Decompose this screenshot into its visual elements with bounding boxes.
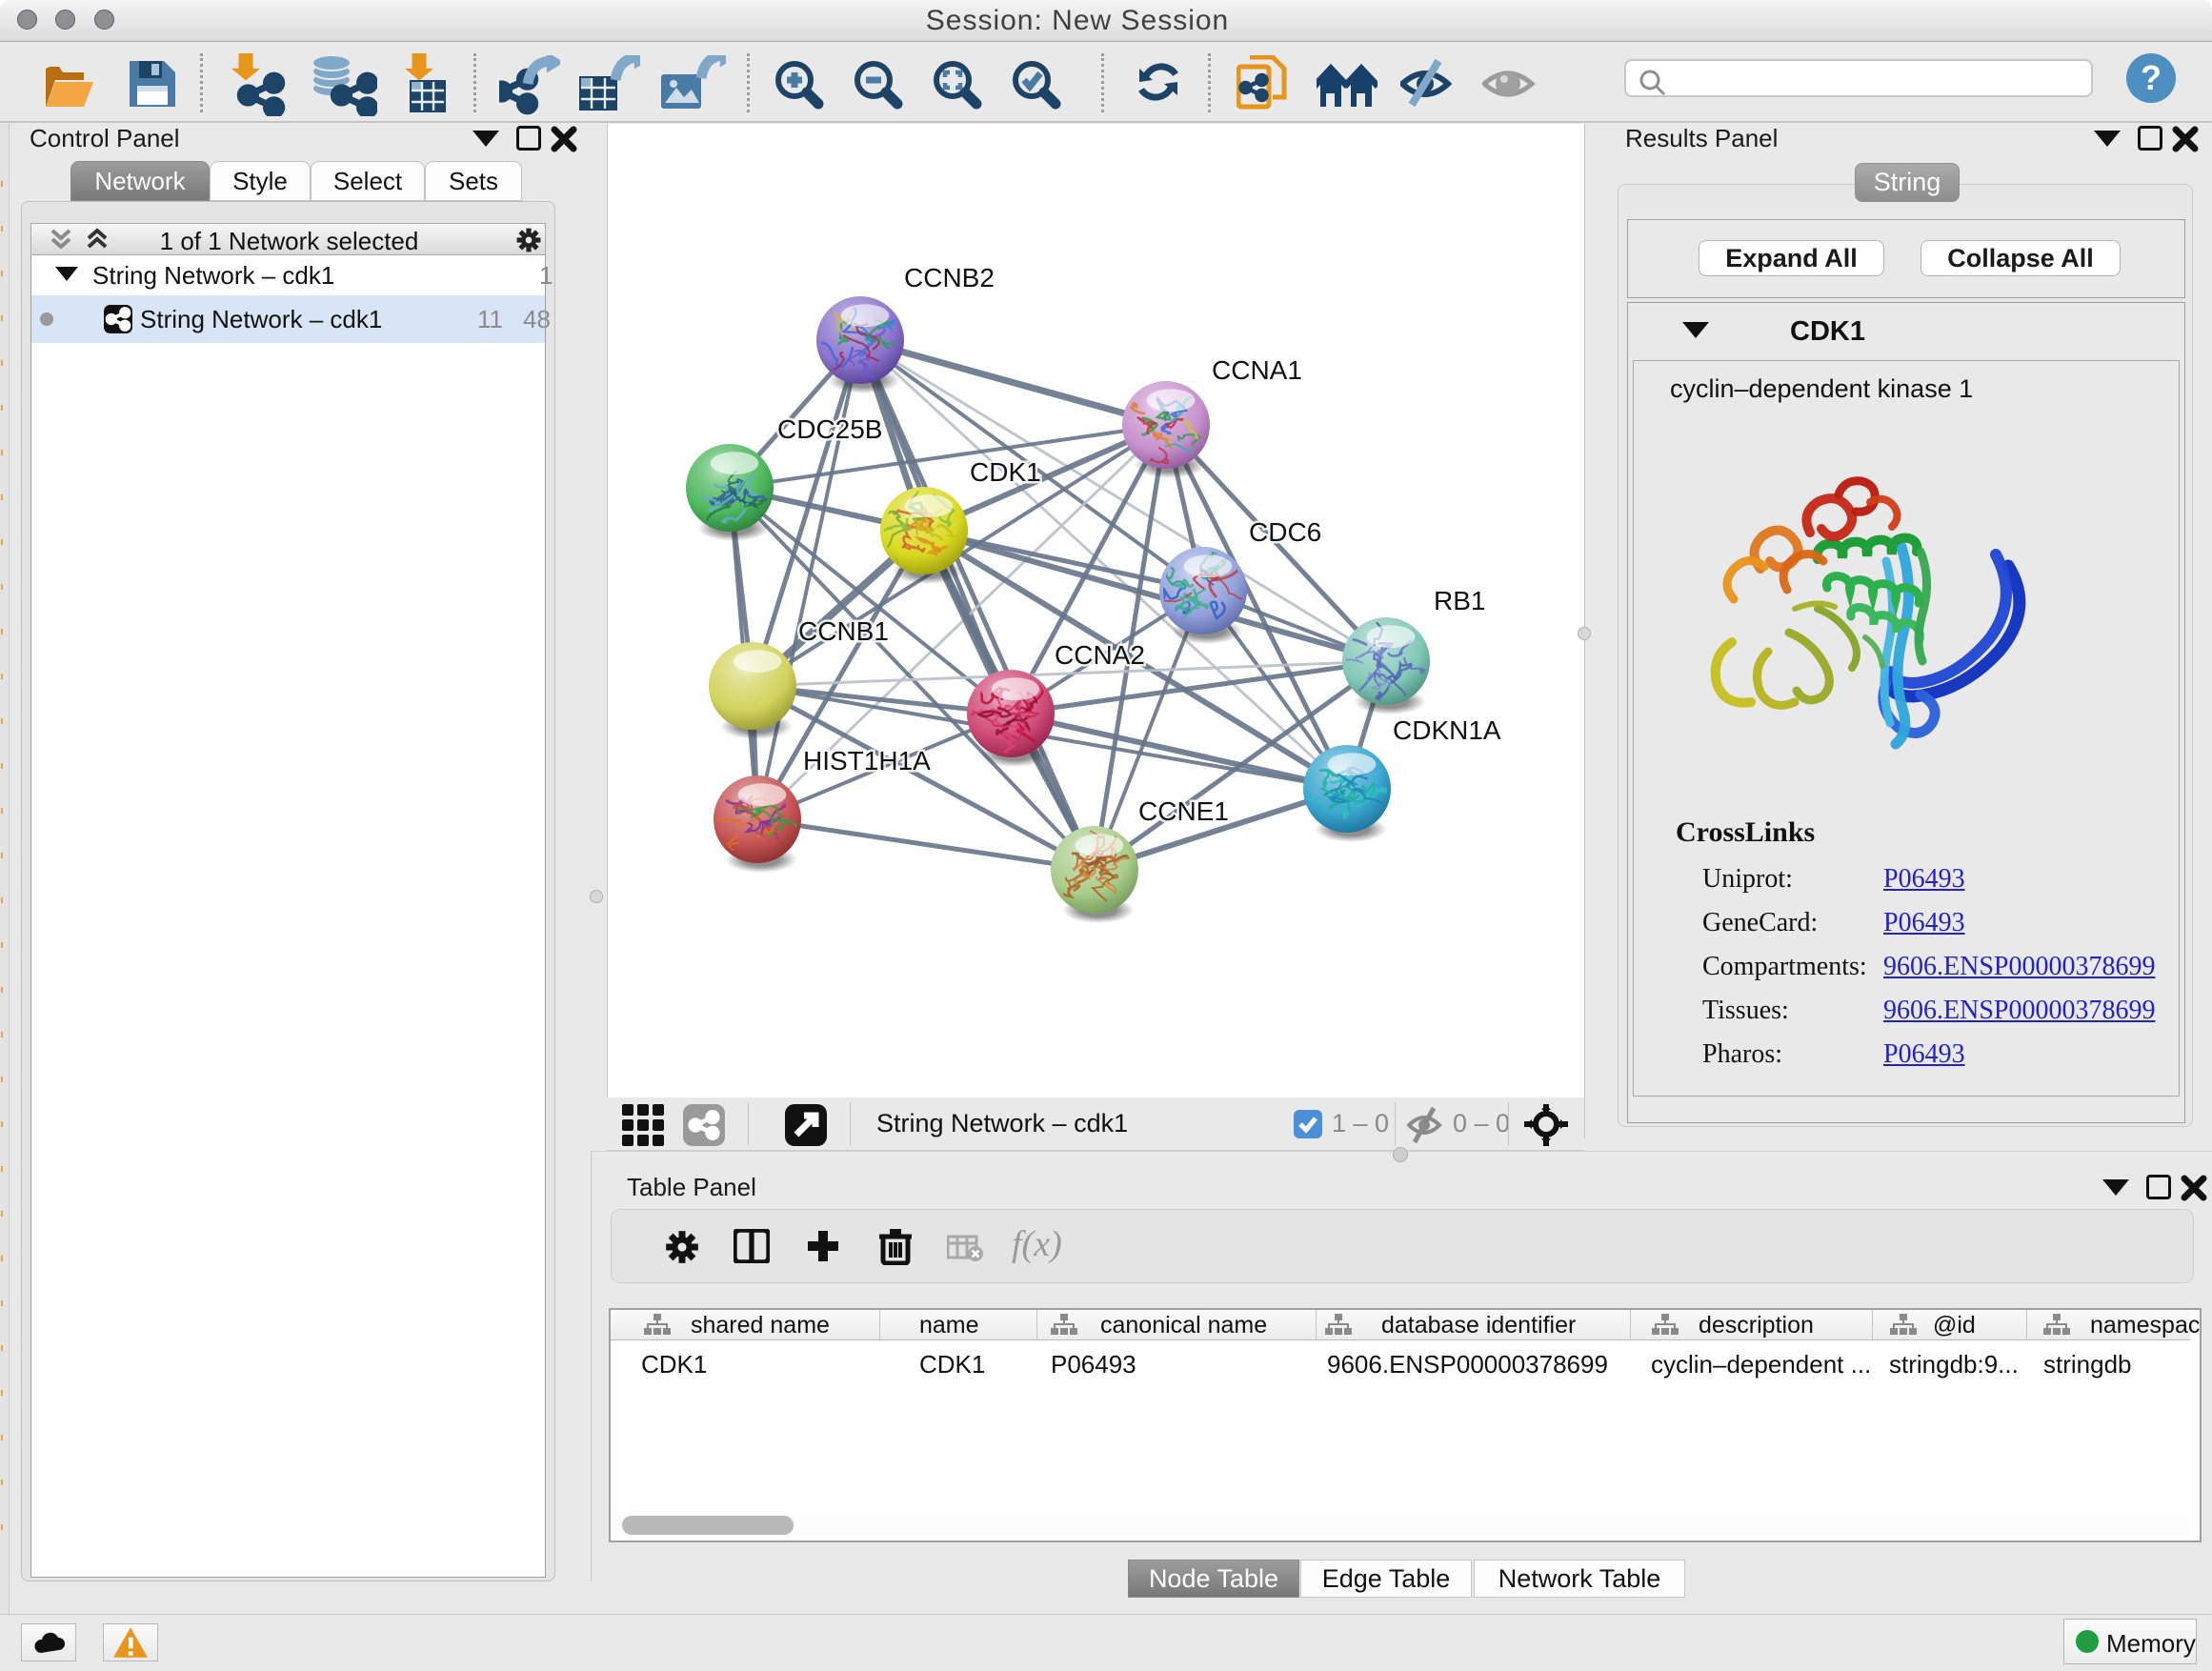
svg-text:RB1: RB1 <box>1434 586 1485 615</box>
svg-text:?: ? <box>2141 58 2162 97</box>
svg-text:CCNE1: CCNE1 <box>1138 796 1229 826</box>
svg-text:CCNA2: CCNA2 <box>1055 640 1145 670</box>
svg-text:CDK1: CDK1 <box>970 457 1041 487</box>
svg-text:CCNB1: CCNB1 <box>798 616 889 646</box>
svg-text:HIST1H1A: HIST1H1A <box>803 746 931 775</box>
svg-text:CDKN1A: CDKN1A <box>1393 715 1501 745</box>
svg-text:CCNB2: CCNB2 <box>904 263 995 292</box>
svg-text:CCNA1: CCNA1 <box>1212 355 1302 385</box>
svg-text:CDC6: CDC6 <box>1249 517 1321 547</box>
svg-text:CDC25B: CDC25B <box>777 414 882 444</box>
